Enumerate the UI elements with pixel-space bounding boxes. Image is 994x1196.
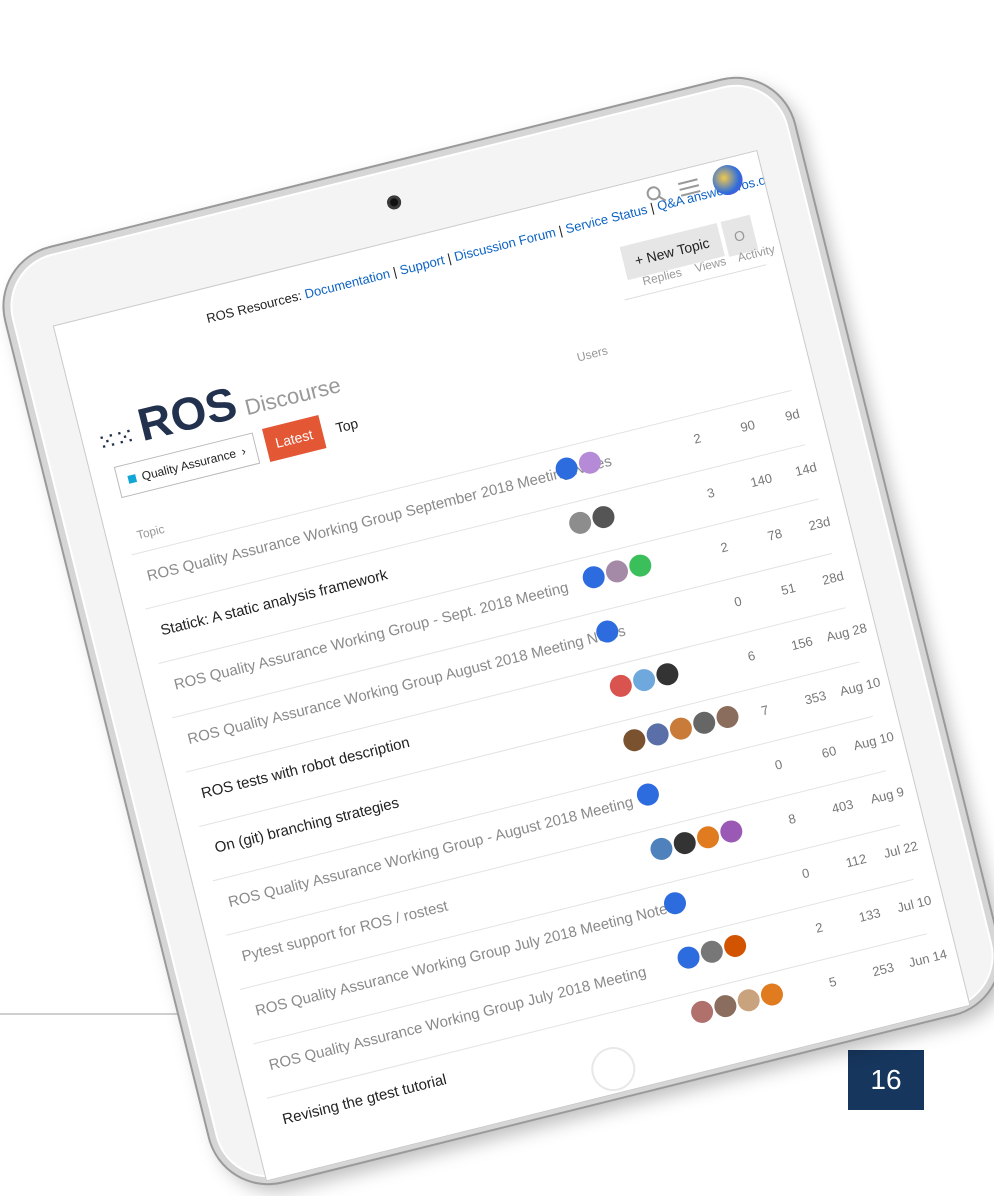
topic-views[interactable]: 353 bbox=[789, 684, 841, 711]
topic-replies: 2 bbox=[719, 539, 730, 556]
topic-views[interactable]: 60 bbox=[803, 739, 855, 766]
topic-activity[interactable]: Jul 10 bbox=[888, 891, 940, 918]
column-header-topic: Topic bbox=[135, 521, 166, 543]
topic-participants bbox=[634, 781, 662, 808]
topic-activity[interactable]: 14d bbox=[780, 456, 832, 483]
topic-views[interactable]: 403 bbox=[816, 793, 868, 820]
topic-replies: 0 bbox=[732, 593, 744, 610]
camera-icon bbox=[385, 193, 403, 211]
column-header-users: Users bbox=[575, 343, 610, 365]
category-label: Quality Assurance bbox=[140, 446, 238, 484]
chevron-right-icon: › bbox=[239, 443, 248, 459]
tab-latest[interactable]: Latest bbox=[261, 415, 327, 463]
header-icons bbox=[643, 161, 746, 215]
participant-avatar[interactable] bbox=[712, 992, 739, 1020]
topic-views[interactable]: 78 bbox=[749, 521, 801, 548]
topic-activity[interactable]: Aug 10 bbox=[848, 728, 900, 755]
topic-replies: 0 bbox=[773, 756, 784, 773]
topic-replies: 0 bbox=[800, 865, 811, 882]
participant-avatar[interactable] bbox=[735, 986, 763, 1014]
participant-avatar[interactable] bbox=[661, 889, 689, 917]
topic-participants bbox=[661, 889, 689, 917]
participant-avatar[interactable] bbox=[721, 932, 749, 960]
topic-activity[interactable]: Aug 10 bbox=[834, 673, 886, 700]
link-documentation[interactable]: Documentation bbox=[303, 266, 391, 302]
participant-avatar[interactable] bbox=[626, 552, 654, 579]
participant-avatar[interactable] bbox=[667, 715, 695, 742]
topic-replies: 2 bbox=[691, 430, 703, 447]
topic-replies: 6 bbox=[746, 647, 757, 665]
topic-views[interactable]: 140 bbox=[735, 467, 787, 494]
participant-avatar[interactable] bbox=[566, 509, 594, 537]
topic-activity[interactable]: Jun 14 bbox=[902, 945, 954, 972]
link-support[interactable]: Support bbox=[398, 252, 446, 278]
topic-views[interactable]: 133 bbox=[844, 902, 896, 929]
topic-participants bbox=[648, 818, 745, 863]
page-number-badge: 16 bbox=[848, 1050, 924, 1110]
tablet-device: ROS Resources: Documentation | Support |… bbox=[0, 66, 994, 1196]
tab-top[interactable]: Top bbox=[328, 405, 366, 445]
forum-screen: ROS Resources: Documentation | Support |… bbox=[52, 149, 971, 1182]
resources-prefix: ROS Resources: bbox=[204, 286, 307, 326]
topic-participants bbox=[580, 552, 654, 591]
participant-avatar[interactable] bbox=[714, 703, 741, 731]
topic-views[interactable]: 112 bbox=[830, 847, 882, 874]
participant-avatar[interactable] bbox=[690, 709, 718, 737]
participant-avatar[interactable] bbox=[648, 835, 675, 863]
participant-avatar[interactable] bbox=[688, 998, 716, 1026]
topic-replies: 8 bbox=[786, 810, 798, 828]
topic-activity[interactable]: 9d bbox=[766, 402, 818, 429]
topic-replies: 5 bbox=[827, 973, 839, 991]
participant-avatar[interactable] bbox=[630, 666, 658, 694]
topic-participants bbox=[607, 660, 681, 700]
participant-avatar[interactable] bbox=[654, 660, 681, 688]
participant-avatar[interactable] bbox=[621, 726, 648, 754]
participant-avatar[interactable] bbox=[675, 944, 702, 971]
topic-activity[interactable]: 28d bbox=[807, 565, 859, 592]
logo-dots: ⁙⁙ bbox=[94, 422, 137, 458]
topic-activity[interactable]: 23d bbox=[793, 510, 845, 537]
participant-avatar[interactable] bbox=[644, 721, 671, 748]
topic-replies: 2 bbox=[813, 919, 825, 936]
topic-participants bbox=[566, 503, 617, 537]
topic-activity[interactable]: Jul 22 bbox=[875, 836, 927, 863]
topic-participants bbox=[675, 932, 749, 971]
participant-avatar[interactable] bbox=[717, 818, 745, 845]
participant-avatar[interactable] bbox=[694, 823, 722, 851]
link-service-status[interactable]: Service Status bbox=[564, 202, 649, 237]
participant-avatar[interactable] bbox=[590, 503, 617, 531]
hamburger-menu-icon[interactable] bbox=[677, 174, 703, 204]
topic-views[interactable]: 253 bbox=[857, 956, 909, 983]
link-discussion-forum[interactable]: Discussion Forum bbox=[453, 224, 558, 264]
topic-views[interactable]: 156 bbox=[776, 630, 828, 657]
participant-avatar[interactable] bbox=[758, 981, 786, 1008]
participant-avatar[interactable] bbox=[603, 558, 631, 585]
participant-avatar[interactable] bbox=[607, 672, 635, 700]
participant-avatar[interactable] bbox=[671, 829, 699, 857]
topic-views[interactable]: 90 bbox=[722, 413, 774, 440]
participant-avatar[interactable] bbox=[580, 563, 608, 591]
topic-participants bbox=[688, 981, 786, 1026]
participant-avatar[interactable] bbox=[698, 938, 726, 966]
topic-activity[interactable]: Aug 9 bbox=[861, 782, 913, 809]
topic-replies: 3 bbox=[705, 484, 717, 502]
topic-activity[interactable]: Aug 28 bbox=[820, 619, 872, 646]
topic-replies: 7 bbox=[759, 702, 771, 719]
category-color-swatch bbox=[127, 474, 138, 484]
topic-views[interactable]: 51 bbox=[762, 576, 814, 603]
participant-avatar[interactable] bbox=[634, 781, 662, 808]
